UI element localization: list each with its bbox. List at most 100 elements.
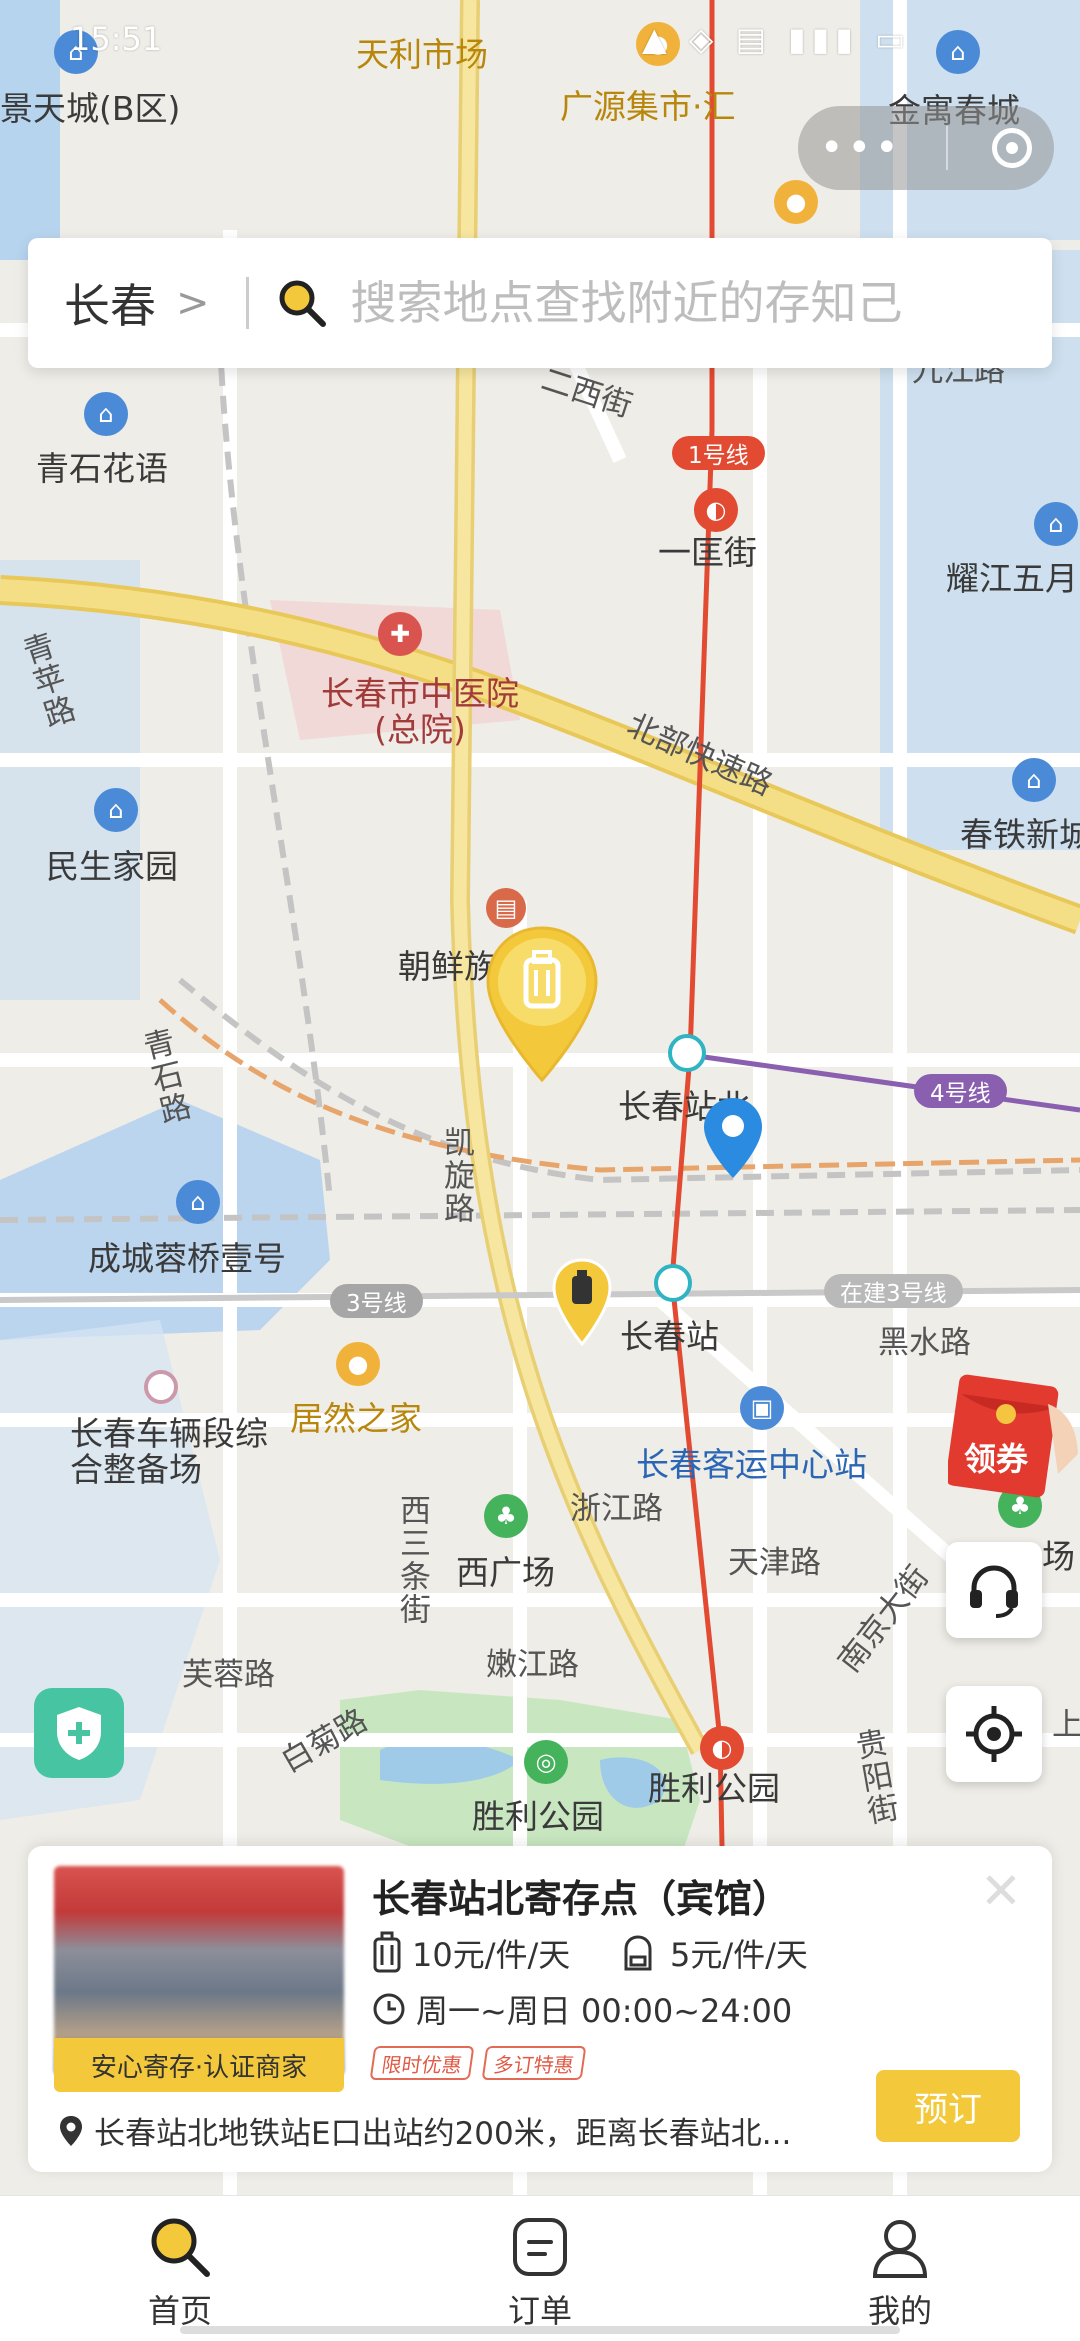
map-label-shengli: 胜利公园 — [648, 1769, 780, 1808]
capsule-divider — [946, 126, 949, 170]
map-label-yaojiang: 耀江五月 — [946, 559, 1078, 598]
coupon-button[interactable]: 领券 — [945, 1374, 1080, 1498]
bus-station-icon: ▣ — [740, 1386, 784, 1430]
promo-tag: 限时优惠 — [369, 2046, 475, 2080]
suitcase-icon — [373, 1931, 401, 1973]
map-label-furong: 芙蓉路 — [182, 1657, 275, 1693]
map-label-xisan: 西三条街 — [394, 1494, 430, 1626]
metro-station-icon: ◐ — [694, 488, 738, 532]
map-label-heishui: 黑水路 — [878, 1325, 971, 1361]
shop-icon: ● — [774, 180, 818, 224]
tab-orders[interactable]: 订单 — [360, 2196, 720, 2341]
verified-badge: 安心寄存·认证商家 — [54, 2038, 344, 2092]
map-label-yiguo: 一匡街 — [658, 533, 757, 572]
metro-line1-badge: 1号线 — [672, 436, 765, 470]
map-label-hospital: 长春市中医院(总院) — [321, 674, 519, 750]
miniprogram-capsule[interactable]: ••• — [798, 106, 1054, 190]
metro-line4-badge: 4号线 — [914, 1074, 1007, 1108]
residential-icon: ⌂ — [176, 1180, 220, 1224]
current-location-pin — [702, 1096, 764, 1180]
map-label-chuntie: 春铁新城 — [960, 815, 1080, 854]
map-label-keyun: 长春客运中心站 — [636, 1445, 867, 1484]
location-icon — [60, 2115, 82, 2146]
residential-icon: ⌂ — [94, 788, 138, 832]
search-bar: 长春 > — [28, 238, 1052, 368]
school-icon: ▤ — [486, 888, 526, 928]
store-address: 长春站北地铁站E口出站约200米，距离长春站北... — [58, 2108, 791, 2153]
luggage-icon — [486, 926, 598, 1083]
map-label-zhejiang: 浙江路 — [570, 1491, 663, 1527]
storage-pin-small[interactable] — [552, 1258, 612, 1347]
backpack-icon — [624, 1935, 652, 1971]
price-small: 5元/件/天 — [670, 1936, 808, 1974]
map-label-plaza: 场 — [1042, 1537, 1075, 1576]
map-label-shengli-park: 胜利公园 — [472, 1797, 604, 1836]
residential-icon: ⌂ — [84, 392, 128, 436]
user-icon — [872, 2220, 928, 2278]
map-label-chengcheng: 成城蓉桥壹号 — [88, 1239, 286, 1278]
map-label-minsheng: 民生家园 — [46, 847, 178, 886]
storage-pin-large[interactable] — [482, 924, 602, 1084]
coupon-label: 领券 — [964, 1440, 1029, 1478]
price-large-row: 10元/件/天 — [372, 1930, 570, 1976]
search-divider — [245, 277, 249, 329]
residential-icon: ⌂ — [936, 30, 980, 74]
metro-line3-building-badge: 在建3号线 — [824, 1274, 963, 1308]
shield-icon — [57, 1707, 101, 1760]
metro-station-icon: ◐ — [700, 1726, 744, 1770]
close-icon[interactable]: ✕ — [980, 1866, 1022, 1916]
map-label-kaixuan: 凯旋路 — [438, 1126, 474, 1225]
price-small-row: 5元/件/天 — [620, 1930, 808, 1976]
map-label-jingtiancheng: 景天城(B区) — [0, 89, 181, 128]
search-icon — [277, 278, 327, 328]
business-hours: 周一~周日 00:00~24:00 — [372, 1986, 792, 2032]
safety-button[interactable] — [34, 1688, 124, 1778]
search-icon — [151, 2218, 210, 2277]
crosshair-icon — [966, 1706, 1022, 1762]
shop-icon: ● — [336, 1342, 380, 1386]
book-button[interactable]: 预订 — [876, 2070, 1020, 2142]
map-label-shang: 上 — [1052, 1707, 1080, 1743]
residential-icon: ⌂ — [1012, 758, 1056, 802]
price-large: 10元/件/天 — [412, 1936, 571, 1974]
store-card[interactable]: 安心寄存·认证商家 长春站北寄存点（宾馆） ✕ 10元/件/天 5元/件/天 周… — [28, 1846, 1052, 2172]
tab-profile[interactable]: 我的 — [720, 2196, 1080, 2341]
status-icons: ▲ ◈ ▤ ▮▮▮ ▭ — [642, 20, 912, 58]
metro-line3-badge: 3号线 — [330, 1284, 423, 1318]
landmark-icon — [144, 1370, 178, 1404]
map-label-station: 长春站 — [620, 1317, 719, 1356]
camera-icon: ◎ — [524, 1740, 568, 1784]
luggage-icon — [552, 1258, 612, 1347]
location-pin-icon — [704, 1098, 762, 1178]
tree-icon: ♣ — [484, 1494, 528, 1538]
tab-home[interactable]: 首页 — [0, 2196, 360, 2341]
city-selector[interactable]: 长春 — [64, 270, 156, 336]
residential-icon: ⌂ — [1034, 502, 1078, 546]
close-miniprogram-icon[interactable] — [992, 128, 1033, 168]
metro-transfer-icon — [668, 1034, 706, 1072]
hospital-icon: ✚ — [378, 612, 422, 656]
map-label-jura: 居然之家 — [290, 1399, 422, 1438]
metro-transfer-icon — [654, 1264, 692, 1302]
status-time: 15:51 — [70, 20, 163, 58]
map-label-nenjiang: 嫩江路 — [486, 1647, 579, 1683]
store-address-text: 长春站北地铁站E口出站约200米，距离长春站北... — [94, 2116, 792, 2152]
map-label-qingshi: 青石花语 — [36, 449, 168, 488]
locate-button[interactable] — [946, 1686, 1042, 1782]
chevron-right-icon[interactable]: > — [176, 280, 210, 326]
more-icon[interactable]: ••• — [820, 125, 903, 171]
order-icon — [513, 2218, 567, 2276]
store-title: 长春站北寄存点（宾馆） — [372, 1877, 791, 1921]
promo-tag: 多订特惠 — [481, 2046, 587, 2080]
bottom-tab-bar: 首页 订单 我的 — [0, 2195, 1080, 2341]
search-input[interactable] — [348, 275, 973, 331]
clock-icon — [373, 1993, 405, 2025]
map-label-tianli: 天利市场 — [356, 35, 488, 74]
map-label-xiguangchang: 西广场 — [456, 1553, 555, 1592]
home-indicator — [180, 2326, 900, 2334]
map-label-guangyuan: 广源集市·汇 — [560, 87, 736, 126]
customer-service-button[interactable] — [946, 1542, 1042, 1638]
business-hours-text: 周一~周日 00:00~24:00 — [416, 1992, 793, 2030]
map-label-chelianduan: 长春车辆段综合整备场 — [70, 1414, 268, 1490]
headset-icon — [970, 1565, 1018, 1618]
